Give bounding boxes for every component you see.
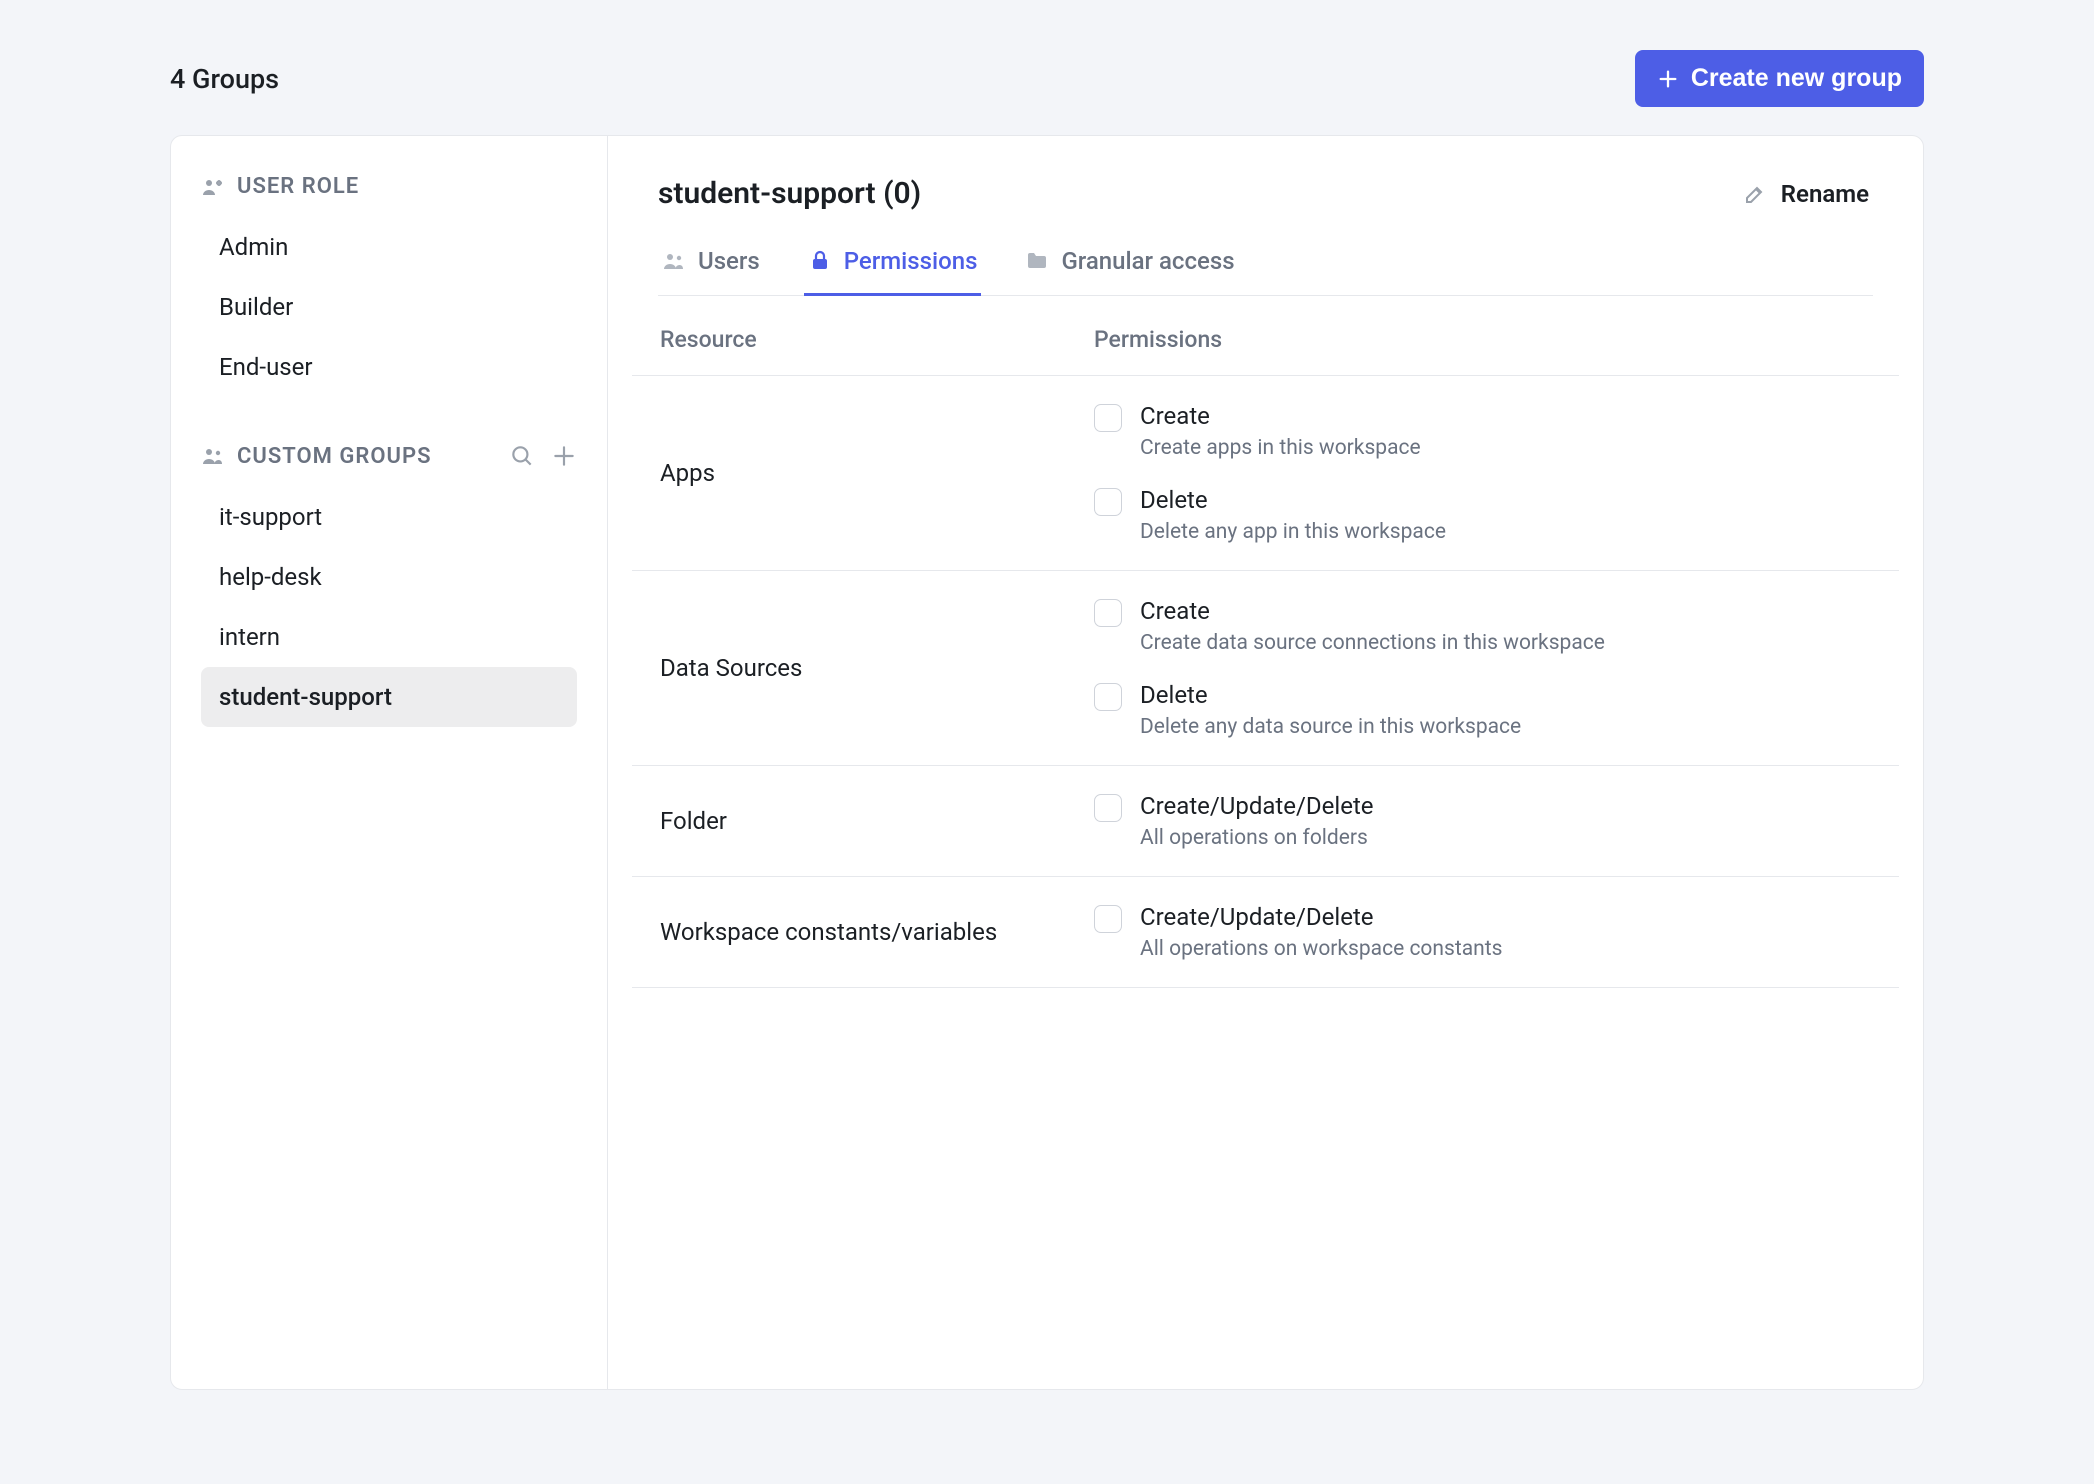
tab-users[interactable]: Users	[658, 247, 764, 296]
table-header: Resource Permissions	[632, 296, 1899, 376]
permission-item: Create/Update/Delete All operations on f…	[1094, 792, 1871, 850]
group-title: student-support (0)	[658, 176, 921, 211]
resource-name: Workspace constants/variables	[660, 918, 1094, 946]
permission-item: Create Create data source connections in…	[1094, 597, 1871, 655]
folder-icon	[1025, 249, 1049, 273]
permission-checkbox[interactable]	[1094, 488, 1122, 516]
sidebar-item-intern[interactable]: intern	[201, 607, 577, 667]
permission-title: Create	[1140, 597, 1605, 625]
create-group-label: Create new group	[1691, 64, 1902, 93]
permission-title: Delete	[1140, 486, 1446, 514]
page-title: 4 Groups	[170, 63, 279, 95]
sidebar: USER ROLE Admin Builder End-user CUSTOM …	[171, 136, 608, 1389]
permission-item: Delete Delete any data source in this wo…	[1094, 681, 1871, 739]
resource-name: Data Sources	[660, 654, 1094, 682]
permission-description: All operations on folders	[1140, 826, 1374, 850]
sidebar-item-label: Admin	[219, 233, 288, 261]
tab-label: Users	[698, 247, 760, 275]
permission-title: Delete	[1140, 681, 1521, 709]
table-row: Data Sources Create Create data source c…	[632, 571, 1899, 766]
permission-checkbox[interactable]	[1094, 905, 1122, 933]
permission-description: Create apps in this workspace	[1140, 436, 1421, 460]
sidebar-item-label: help-desk	[219, 563, 322, 591]
custom-groups-section-header: CUSTOM GROUPS	[201, 444, 432, 469]
user-role-section-header: USER ROLE	[201, 174, 577, 199]
sidebar-item-label: student-support	[219, 683, 392, 711]
users-icon	[201, 444, 225, 468]
table-row: Folder Create/Update/Delete All operatio…	[632, 766, 1899, 877]
permission-description: Delete any data source in this workspace	[1140, 715, 1521, 739]
permission-title: Create/Update/Delete	[1140, 903, 1502, 931]
sidebar-item-label: End-user	[219, 353, 313, 381]
table-row: Workspace constants/variables Create/Upd…	[632, 877, 1899, 988]
tab-label: Permissions	[844, 247, 978, 275]
permission-checkbox[interactable]	[1094, 404, 1122, 432]
sidebar-item-admin[interactable]: Admin	[201, 217, 577, 277]
permission-checkbox[interactable]	[1094, 683, 1122, 711]
permission-title: Create	[1140, 402, 1421, 430]
resource-name: Apps	[660, 459, 1094, 487]
col-permissions-header: Permissions	[1094, 326, 1871, 353]
add-group-icon[interactable]	[551, 443, 577, 469]
lock-icon	[808, 249, 832, 273]
main-panel: student-support (0) Rename Users Permiss…	[608, 136, 1923, 1389]
rename-label: Rename	[1781, 180, 1869, 208]
permission-title: Create/Update/Delete	[1140, 792, 1374, 820]
sidebar-item-builder[interactable]: Builder	[201, 277, 577, 337]
tab-permissions[interactable]: Permissions	[804, 247, 982, 296]
rename-button[interactable]: Rename	[1743, 180, 1873, 208]
resource-name: Folder	[660, 807, 1094, 835]
sidebar-item-label: it-support	[219, 503, 322, 531]
permission-item: Create Create apps in this workspace	[1094, 402, 1871, 460]
sidebar-item-help-desk[interactable]: help-desk	[201, 547, 577, 607]
permission-checkbox[interactable]	[1094, 794, 1122, 822]
edit-icon	[1743, 182, 1767, 206]
tab-label: Granular access	[1061, 247, 1234, 275]
sidebar-item-it-support[interactable]: it-support	[201, 487, 577, 547]
sidebar-item-end-user[interactable]: End-user	[201, 337, 577, 397]
tabs: Users Permissions Granular access	[658, 247, 1873, 296]
table-row: Apps Create Create apps in this workspac…	[632, 376, 1899, 571]
permission-item: Delete Delete any app in this workspace	[1094, 486, 1871, 544]
users-icon	[662, 249, 686, 273]
custom-groups-label: CUSTOM GROUPS	[237, 444, 432, 469]
sidebar-item-label: intern	[219, 623, 280, 651]
col-resource-header: Resource	[660, 326, 1094, 353]
tab-granular-access[interactable]: Granular access	[1021, 247, 1238, 296]
permission-checkbox[interactable]	[1094, 599, 1122, 627]
sidebar-item-label: Builder	[219, 293, 293, 321]
sidebar-item-student-support[interactable]: student-support	[201, 667, 577, 727]
plus-icon	[1657, 68, 1679, 90]
permission-description: Delete any app in this workspace	[1140, 520, 1446, 544]
user-role-icon	[201, 175, 225, 199]
search-icon[interactable]	[509, 443, 535, 469]
permission-description: Create data source connections in this w…	[1140, 631, 1605, 655]
permission-item: Create/Update/Delete All operations on w…	[1094, 903, 1871, 961]
user-role-label: USER ROLE	[237, 174, 359, 199]
permission-description: All operations on workspace constants	[1140, 937, 1502, 961]
create-group-button[interactable]: Create new group	[1635, 50, 1924, 107]
